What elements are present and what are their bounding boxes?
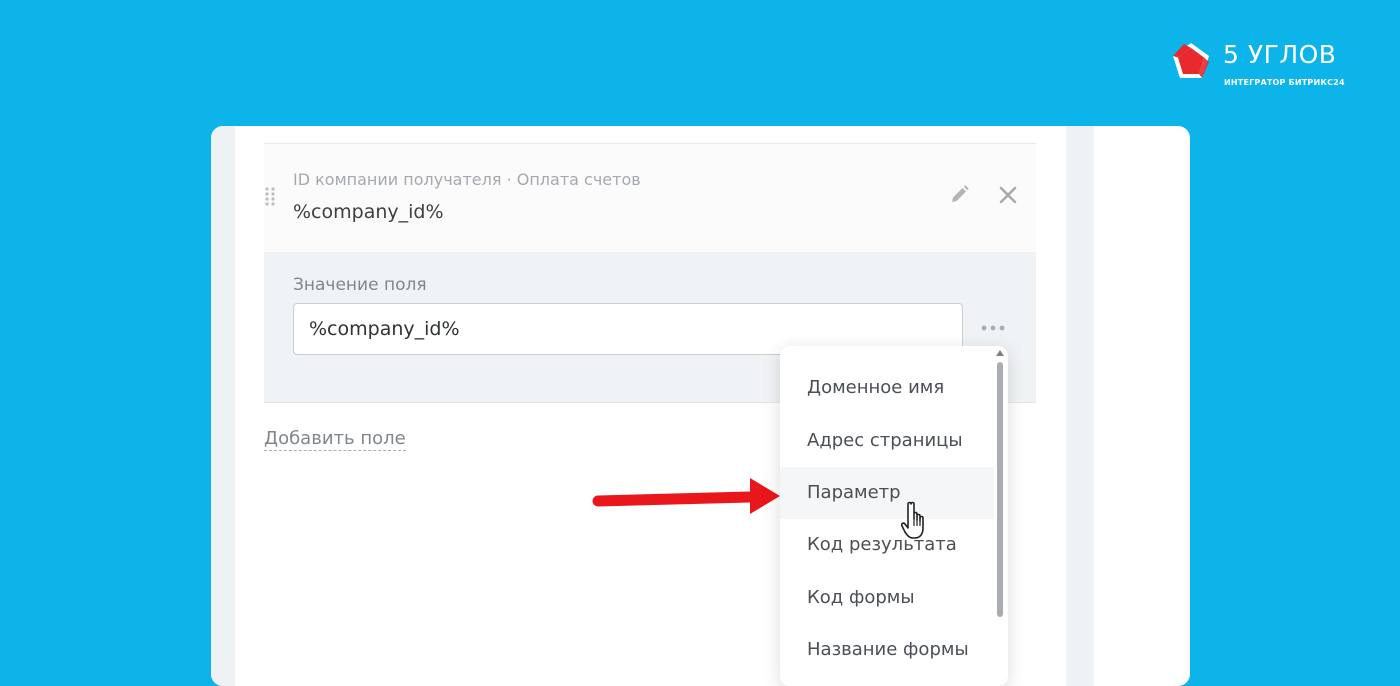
logo-title: 5 УГЛОВ [1223, 40, 1337, 69]
field-row[interactable]: ID компании получателя · Оплата счетов %… [264, 144, 1036, 252]
close-icon[interactable] [997, 184, 1019, 206]
scroll-up-arrow-icon[interactable] [995, 349, 1005, 357]
annotation-arrow-icon [592, 478, 780, 514]
dropdown-scrollbar[interactable] [997, 362, 1003, 617]
dropdown-item-form-code[interactable]: Код формы [780, 572, 994, 624]
dropdown-item-page-url[interactable]: Адрес страницы [780, 415, 994, 467]
brand-logo: 5 УГЛОВ ИНТЕГРАТОР БИТРИКС24 [1172, 40, 1352, 96]
drag-handle-icon[interactable] [264, 186, 276, 208]
field-caption: ID компании получателя · Оплата счетов [293, 170, 641, 189]
field-code: %company_id% [293, 201, 444, 223]
form-settings-window: ID компании получателя · Оплата счетов %… [211, 126, 1190, 686]
pencil-icon[interactable] [948, 184, 970, 206]
add-field-link[interactable]: Добавить поле [264, 428, 406, 451]
left-gutter [211, 126, 235, 686]
dropdown-item-domain[interactable]: Доменное имя [780, 362, 994, 414]
dropdown-item-result-code[interactable]: Код результата [780, 519, 994, 571]
logo-subtitle: ИНТЕГРАТОР БИТРИКС24 [1224, 78, 1345, 87]
more-dots-icon[interactable] [980, 318, 1008, 338]
hand-pointer-icon [900, 501, 924, 539]
dropdown-item-parameter[interactable]: Параметр [780, 467, 994, 519]
value-label: Значение поля [293, 275, 427, 295]
dropdown-item-form-name[interactable]: Название формы [780, 624, 994, 676]
pentagon-logo-icon [1173, 43, 1209, 78]
right-gutter [1066, 126, 1094, 686]
insert-value-dropdown[interactable]: Доменное имя Адрес страницы Параметр Код… [780, 346, 1008, 686]
